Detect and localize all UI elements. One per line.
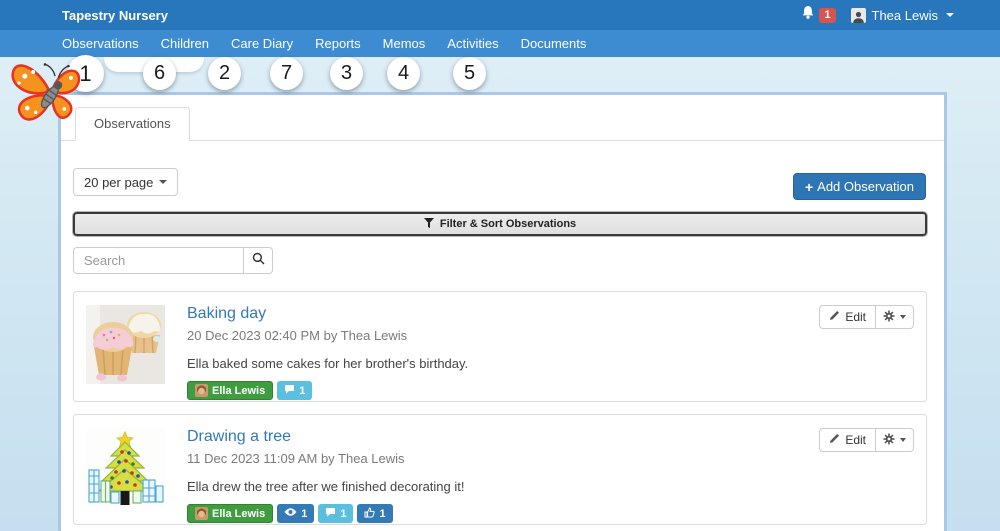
child-tag-badge[interactable]: Ella Lewis (187, 504, 273, 523)
views-count-badge: 1 (277, 504, 314, 523)
main-nav: Observations Children Care Diary Reports… (0, 30, 1000, 57)
likes-count: 1 (379, 508, 385, 520)
observation-title-link[interactable]: Drawing a tree (187, 428, 819, 446)
eye-icon (284, 507, 297, 520)
nav-item-activities[interactable]: Activities (436, 30, 509, 57)
nav-item-observations[interactable]: Observations (51, 30, 150, 57)
butterfly-decoration (8, 54, 92, 137)
observation-card: Drawing a tree 11 Dec 2023 11:09 AM by T… (73, 414, 927, 525)
child-tag-label: Ella Lewis (212, 385, 265, 397)
notification-count-badge: 1 (819, 8, 835, 23)
search-group (73, 247, 273, 274)
pencil-icon (829, 310, 840, 324)
like-icon (364, 507, 375, 521)
tutorial-marker-3: 3 (330, 57, 363, 90)
observation-meta: 11 Dec 2023 11:09 AM by Thea Lewis (187, 451, 819, 466)
pencil-icon (829, 433, 840, 447)
search-button[interactable] (244, 247, 273, 274)
comments-count-badge: 1 (318, 504, 353, 523)
comment-icon (284, 384, 295, 398)
comments-count-badge: 1 (277, 381, 312, 400)
edit-button[interactable]: Edit (819, 305, 876, 329)
comments-count: 1 (340, 508, 346, 520)
user-avatar-icon (851, 8, 866, 23)
observation-content: Drawing a tree 11 Dec 2023 11:09 AM by T… (187, 428, 819, 511)
observation-card: Baking day 20 Dec 2023 02:40 PM by Thea … (73, 291, 927, 402)
comments-count: 1 (299, 385, 305, 397)
observation-thumbnail[interactable] (86, 305, 165, 384)
observation-body: Ella drew the tree after we finished dec… (187, 479, 819, 494)
bell-icon (801, 5, 815, 25)
nav-item-care-diary[interactable]: Care Diary (220, 30, 304, 57)
nav-item-documents[interactable]: Documents (510, 30, 598, 57)
observation-badges: Ella Lewis 1 (187, 381, 819, 400)
caret-down-icon (159, 180, 167, 184)
caret-down-icon (946, 13, 954, 17)
tutorial-marker-5: 5 (453, 57, 486, 90)
search-input[interactable] (73, 247, 244, 274)
observation-meta: 20 Dec 2023 02:40 PM by Thea Lewis (187, 328, 819, 343)
card-actions: Edit (819, 305, 914, 388)
tab-observations[interactable]: Observations (75, 107, 190, 141)
brand-title[interactable]: Tapestry Nursery (62, 8, 168, 23)
filter-sort-label: Filter & Sort Observations (440, 218, 576, 230)
tutorial-marker-6: 6 (143, 57, 176, 90)
add-observation-label: Add Observation (817, 179, 914, 194)
comment-icon (325, 507, 336, 521)
edit-button[interactable]: Edit (819, 428, 876, 452)
observation-body: Ella baked some cakes for her brother's … (187, 356, 819, 371)
edit-label: Edit (845, 310, 866, 324)
child-avatar (195, 384, 208, 397)
child-tag-label: Ella Lewis (212, 508, 265, 520)
edit-label: Edit (845, 433, 866, 447)
observation-content: Baking day 20 Dec 2023 02:40 PM by Thea … (187, 305, 819, 388)
filter-sort-button[interactable]: Filter & Sort Observations (73, 212, 927, 236)
main-panel: Observations 20 per page + Add Observati… (58, 92, 947, 531)
tutorial-marker-7: 7 (270, 57, 303, 90)
add-observation-button[interactable]: + Add Observation (793, 173, 926, 200)
tutorial-marker-2: 2 (208, 57, 241, 90)
top-bar-right: 1 Thea Lewis (801, 0, 954, 30)
observation-title-link[interactable]: Baking day (187, 305, 819, 323)
card-actions: Edit (819, 428, 914, 511)
top-bar: Tapestry Nursery 1 Thea Lewis (0, 0, 1000, 30)
tutorial-marker-4: 4 (387, 57, 420, 90)
gear-icon (883, 310, 895, 325)
caret-down-icon (900, 438, 906, 442)
plus-icon: + (805, 179, 813, 195)
per-page-label: 20 per page (84, 175, 153, 190)
user-menu[interactable]: Thea Lewis (851, 8, 954, 23)
tab-divider (61, 140, 944, 141)
caret-down-icon (900, 315, 906, 319)
filter-icon (424, 218, 434, 231)
nav-item-reports[interactable]: Reports (304, 30, 372, 57)
notifications-button[interactable]: 1 (801, 5, 835, 25)
child-tag-badge[interactable]: Ella Lewis (187, 381, 273, 400)
nav-item-children[interactable]: Children (150, 30, 220, 57)
per-page-dropdown[interactable]: 20 per page (73, 168, 178, 196)
more-options-button[interactable] (876, 428, 914, 452)
gear-icon (883, 433, 895, 448)
observation-badges: Ella Lewis 1 1 (187, 504, 819, 523)
user-name: Thea Lewis (872, 8, 938, 23)
more-options-button[interactable] (876, 305, 914, 329)
observation-thumbnail[interactable] (86, 428, 165, 507)
search-icon (252, 252, 265, 270)
nav-item-memos[interactable]: Memos (372, 30, 437, 57)
child-avatar (195, 507, 208, 520)
views-count: 1 (301, 508, 307, 520)
likes-count-badge: 1 (357, 504, 392, 523)
